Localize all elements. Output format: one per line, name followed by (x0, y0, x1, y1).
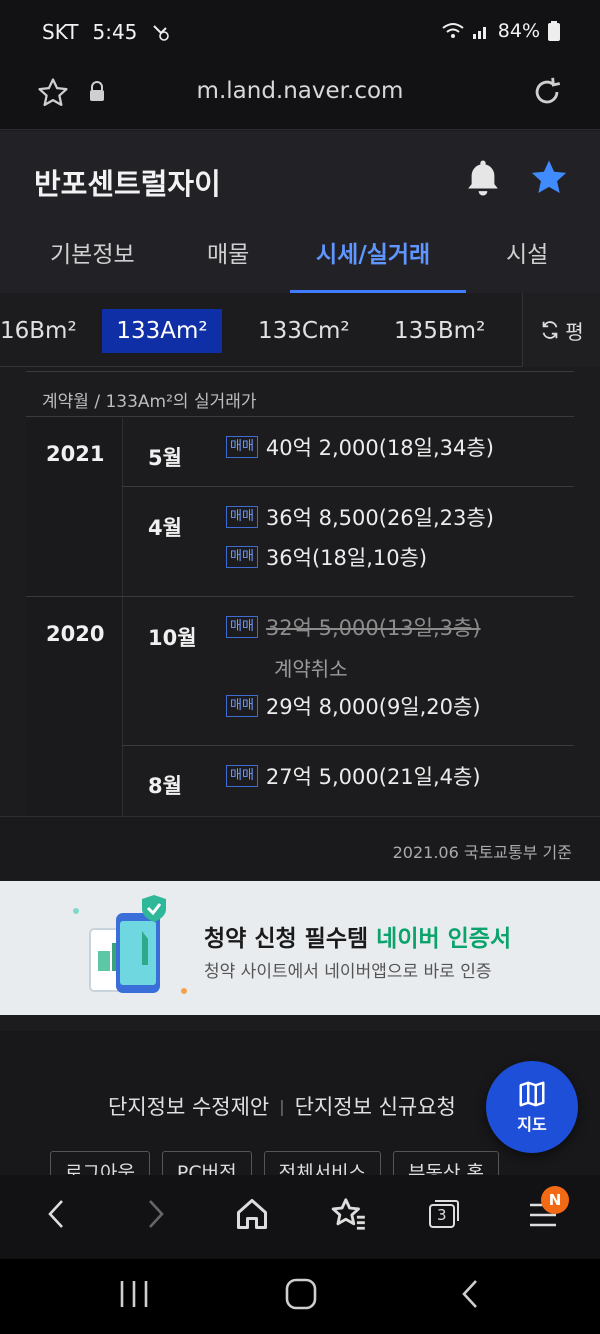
deal-row: 매매 40억 2,000(18일,34층) (226, 432, 494, 462)
carrier: SKT (42, 20, 79, 44)
year-divider (26, 596, 574, 597)
wifi-icon (442, 23, 464, 38)
deal-row-cancelled: 매매 32억 5,000(13일,3층) (226, 612, 481, 642)
banner-title-accent: 네이버 인증서 (376, 926, 512, 952)
tab-facilities[interactable]: 시설 (506, 235, 548, 269)
deal-price: 36억(18일,10층) (265, 546, 428, 570)
row-divider (122, 486, 574, 487)
deal-row: 매매 36억 8,500(26일,23층) (226, 502, 494, 532)
new-request-link[interactable]: 단지정보 신규요청 (295, 1091, 456, 1121)
bell-icon[interactable] (462, 157, 504, 199)
bookmarks-icon[interactable] (330, 1195, 368, 1233)
unit-toggle-button[interactable]: 평 (522, 293, 600, 367)
map-icon (519, 1081, 545, 1107)
transaction-table: 계약월 / 133Am²의 실거래가 2021 5월 매매 40억 2,000(… (0, 368, 600, 816)
edit-suggestion-link[interactable]: 단지정보 수정제안 (108, 1091, 269, 1121)
month-label: 4월 (148, 516, 182, 540)
area-chip-133c[interactable]: 133Cm² (240, 309, 368, 353)
row-divider (122, 745, 574, 746)
deal-row: 매매 29억 8,000(9일,20층) (226, 691, 481, 721)
deal-price: 40억 2,000(18일,34층) (265, 436, 494, 460)
tab-bar: 기본정보 매물 시세/실거래 시설 (0, 227, 600, 293)
data-source: 2021.06 국토교통부 기준 (392, 843, 572, 862)
deal-price-cancelled: 32억 5,000(13일,3층) (265, 616, 481, 640)
swap-icon (542, 321, 558, 339)
reload-icon[interactable] (530, 75, 564, 109)
deal-type-badge: 매매 (226, 436, 258, 458)
map-button-label: 지도 (517, 1115, 547, 1134)
area-selector: 16Bm² 133Am² 133Cm² 135Bm² 평 (0, 293, 600, 367)
clock: 5:45 (92, 20, 138, 44)
deal-type-badge: 매매 (226, 765, 258, 787)
page-title: 반포센트럴자이 (34, 167, 221, 201)
year-label: 2021 (46, 442, 105, 466)
tab-listings[interactable]: 매물 (207, 235, 249, 269)
month-label: 10월 (148, 626, 197, 650)
deal-type-badge: 매매 (226, 695, 258, 717)
notification-badge: N (541, 1186, 569, 1214)
tab-basic-info[interactable]: 기본정보 (50, 235, 135, 269)
deal-type-badge: 매매 (226, 616, 258, 638)
footer-links: 단지정보 수정제안 | 단지정보 신규요청 (108, 1091, 456, 1121)
tab-price-transactions[interactable]: 시세/실거래 (316, 235, 430, 269)
browser-toolbar: 3 (0, 1175, 600, 1259)
banner-title: 청약 신청 필수템 네이버 인증서 (204, 919, 511, 953)
banner-subtitle: 청약 사이트에서 네이버앱으로 바로 인증 (204, 962, 492, 982)
status-left: SKT 5:45 (42, 20, 171, 44)
area-chip-16b[interactable]: 16Bm² (0, 309, 95, 353)
column-divider (122, 418, 123, 816)
area-chip-135b[interactable]: 135Bm² (376, 309, 503, 353)
system-navigation (0, 1259, 600, 1334)
deal-type-badge: 매매 (226, 506, 258, 528)
ad-banner[interactable]: 청약 신청 필수템 네이버 인증서 청약 사이트에서 네이버앱으로 바로 인증 (0, 881, 600, 1015)
battery-icon (548, 21, 560, 41)
month-label: 8월 (148, 774, 182, 798)
cancel-note: 계약취소 (274, 657, 348, 681)
map-button[interactable]: 지도 (486, 1061, 578, 1153)
complex-header: 반포센트럴자이 기본정보 매물 시세/실거래 시설 (0, 131, 600, 293)
footer-spacer (0, 1015, 600, 1031)
area-chip-133a[interactable]: 133Am² (102, 309, 222, 353)
missed-call-icon (153, 25, 170, 41)
system-home-icon[interactable] (284, 1277, 318, 1311)
deal-row: 매매 27억 5,000(21일,4층) (226, 761, 481, 791)
url-bar: m.land.naver.com (0, 64, 600, 130)
deal-row: 매매 36억(18일,10층) (226, 542, 427, 572)
back-icon[interactable] (42, 1195, 72, 1233)
banner-title-main: 청약 신청 필수템 (204, 926, 369, 952)
url-text[interactable]: m.land.naver.com (0, 78, 600, 104)
battery-text: 84% (497, 20, 540, 42)
status-bar: SKT 5:45 84% (0, 0, 600, 64)
phone-certificate-icon (73, 895, 187, 994)
signal-icon (472, 27, 486, 39)
data-source-row: 2021.06 국토교통부 기준 (0, 816, 600, 880)
deal-price: 29억 8,000(9일,20층) (265, 695, 481, 719)
tabs-button[interactable]: 3 (426, 1197, 462, 1231)
year-label: 2020 (46, 622, 105, 646)
home-icon[interactable] (234, 1195, 270, 1233)
deal-price: 36억 8,500(26일,23층) (265, 506, 494, 530)
favorite-star-icon[interactable] (528, 157, 570, 199)
link-separator: | (279, 1096, 285, 1116)
deal-price: 27억 5,000(21일,4층) (265, 765, 481, 789)
forward-icon[interactable] (140, 1195, 170, 1233)
table-caption: 계약월 / 133Am²의 실거래가 (26, 371, 574, 417)
status-right: 84% (442, 20, 560, 42)
tabs-count: 3 (437, 1206, 447, 1224)
recents-icon[interactable] (118, 1277, 150, 1311)
deal-type-badge: 매매 (226, 546, 258, 568)
system-back-icon[interactable] (456, 1277, 484, 1311)
year-column (26, 418, 122, 816)
month-label: 5월 (148, 446, 182, 470)
unit-label: 평 (565, 319, 584, 344)
